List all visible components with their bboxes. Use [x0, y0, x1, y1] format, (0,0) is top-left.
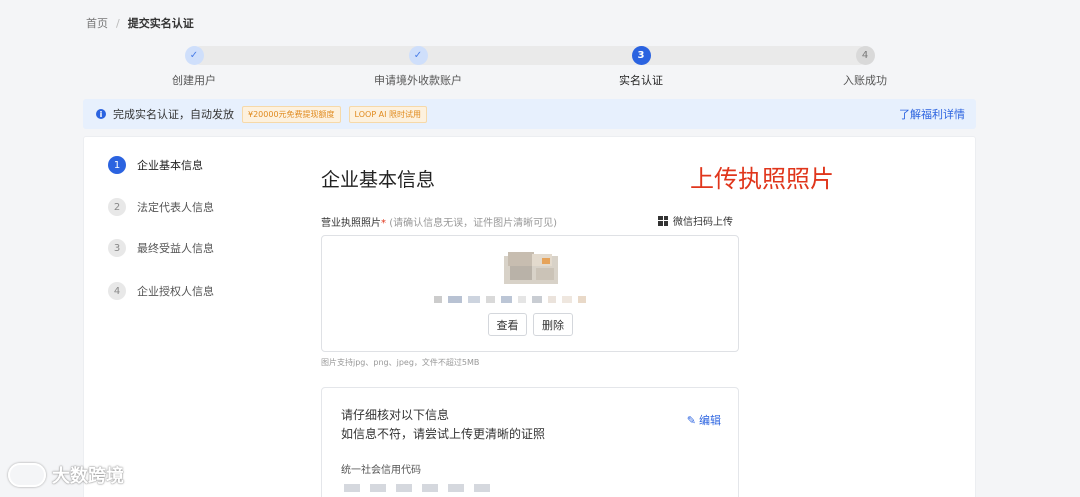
sidebar-item-authorized-person[interactable]: 4 企业授权人信息 [108, 282, 214, 300]
info-icon: i [96, 109, 106, 119]
sidebar-item-company-info[interactable]: 1 企业基本信息 [108, 156, 203, 174]
step-label: 实名认证 [619, 74, 663, 87]
verify-hint: 如信息不符，请尝试上传更清晰的证照 [341, 427, 546, 441]
verify-info-box: 请仔细核对以下信息 如信息不符，请尝试上传更清晰的证照 ✎ 编辑 统一社会信用代… [321, 387, 739, 497]
sidebar-item-number: 4 [108, 282, 126, 300]
step-label: 创建用户 [172, 74, 216, 87]
pencil-icon: ✎ [686, 413, 696, 427]
license-field-label: 营业执照照片* (请确认信息无误，证件图片清晰可见) [321, 214, 557, 229]
upload-tip: 图片支持jpg、png、jpeg，文件不超过5MB [321, 358, 480, 367]
sidebar-item-label: 企业基本信息 [137, 159, 203, 172]
sidebar-item-number: 1 [108, 156, 126, 174]
check-icon: ✓ [184, 46, 204, 65]
sidebar-item-label: 最终受益人信息 [137, 242, 214, 255]
section-title: 企业基本信息 [321, 169, 436, 191]
wechat-upload-button[interactable]: 微信扫码上传 [658, 213, 733, 228]
benefit-banner: i 完成实名认证，自动发放 ¥20000元免费提现额度 LOOP AI 限时试用… [83, 99, 976, 129]
stepper-track [192, 46, 868, 65]
wechat-upload-label: 微信扫码上传 [673, 217, 733, 228]
credit-code-label: 统一社会信用代码 [341, 465, 421, 476]
step-success: 4 入账成功 [790, 44, 940, 88]
step-number: 3 [631, 46, 651, 65]
step-label: 入账成功 [843, 74, 887, 87]
step-create-user: ✓ 创建用户 [119, 44, 269, 88]
credit-code-blurred [344, 484, 490, 492]
watermark-text: 大数跨境 [52, 466, 124, 487]
qr-code-icon [658, 215, 668, 226]
field-hint: (请确认信息无误，证件图片清晰可见) [389, 218, 557, 229]
edit-button[interactable]: ✎ 编辑 [687, 412, 721, 428]
step-label: 申请境外收款账户 [374, 74, 462, 87]
license-upload-box[interactable]: 查看 删除 [321, 235, 739, 352]
delete-button[interactable]: 删除 [533, 313, 573, 336]
sidebar-item-label: 法定代表人信息 [137, 201, 214, 214]
step-verification: 3 实名认证 [566, 44, 716, 88]
breadcrumb-current: 提交实名认证 [127, 17, 194, 30]
upload-annotation: 上传执照照片 [690, 165, 834, 193]
sidebar-item-beneficiary[interactable]: 3 最终受益人信息 [108, 239, 214, 257]
license-thumbnail [504, 252, 558, 284]
form-card: 1 企业基本信息 2 法定代表人信息 3 最终受益人信息 4 企业授权人信息 企… [83, 136, 976, 497]
banner-text: 完成实名认证，自动发放 [113, 108, 234, 121]
benefit-details-link[interactable]: 了解福利详情 [899, 106, 965, 122]
breadcrumb-home[interactable]: 首页 [86, 15, 108, 31]
breadcrumb-separator: / [116, 16, 120, 30]
check-icon: ✓ [408, 46, 428, 65]
blurred-filename [434, 296, 586, 303]
field-label-text: 营业执照照片 [321, 218, 381, 229]
sidebar-item-legal-rep[interactable]: 2 法定代表人信息 [108, 198, 214, 216]
required-mark: * [381, 218, 386, 229]
progress-stepper: ✓ 创建用户 ✓ 申请境外收款账户 3 实名认证 4 入账成功 [100, 44, 980, 90]
watermark-logo [8, 463, 46, 487]
sidebar-item-label: 企业授权人信息 [137, 285, 214, 298]
step-apply-account: ✓ 申请境外收款账户 [343, 44, 493, 88]
sidebar-item-number: 3 [108, 239, 126, 257]
banner-tag-withdraw: ¥20000元免费提现额度 [242, 105, 341, 123]
view-button[interactable]: 查看 [488, 313, 527, 336]
breadcrumb: 首页 / 提交实名认证 [86, 15, 194, 31]
watermark: 大数跨境 [8, 462, 124, 488]
banner-tag-loop-ai: LOOP AI 限时试用 [348, 105, 428, 123]
verify-instruction: 请仔细核对以下信息 [341, 408, 450, 422]
sidebar-item-number: 2 [108, 198, 126, 216]
edit-label: 编辑 [699, 414, 721, 427]
step-number: 4 [855, 46, 875, 65]
